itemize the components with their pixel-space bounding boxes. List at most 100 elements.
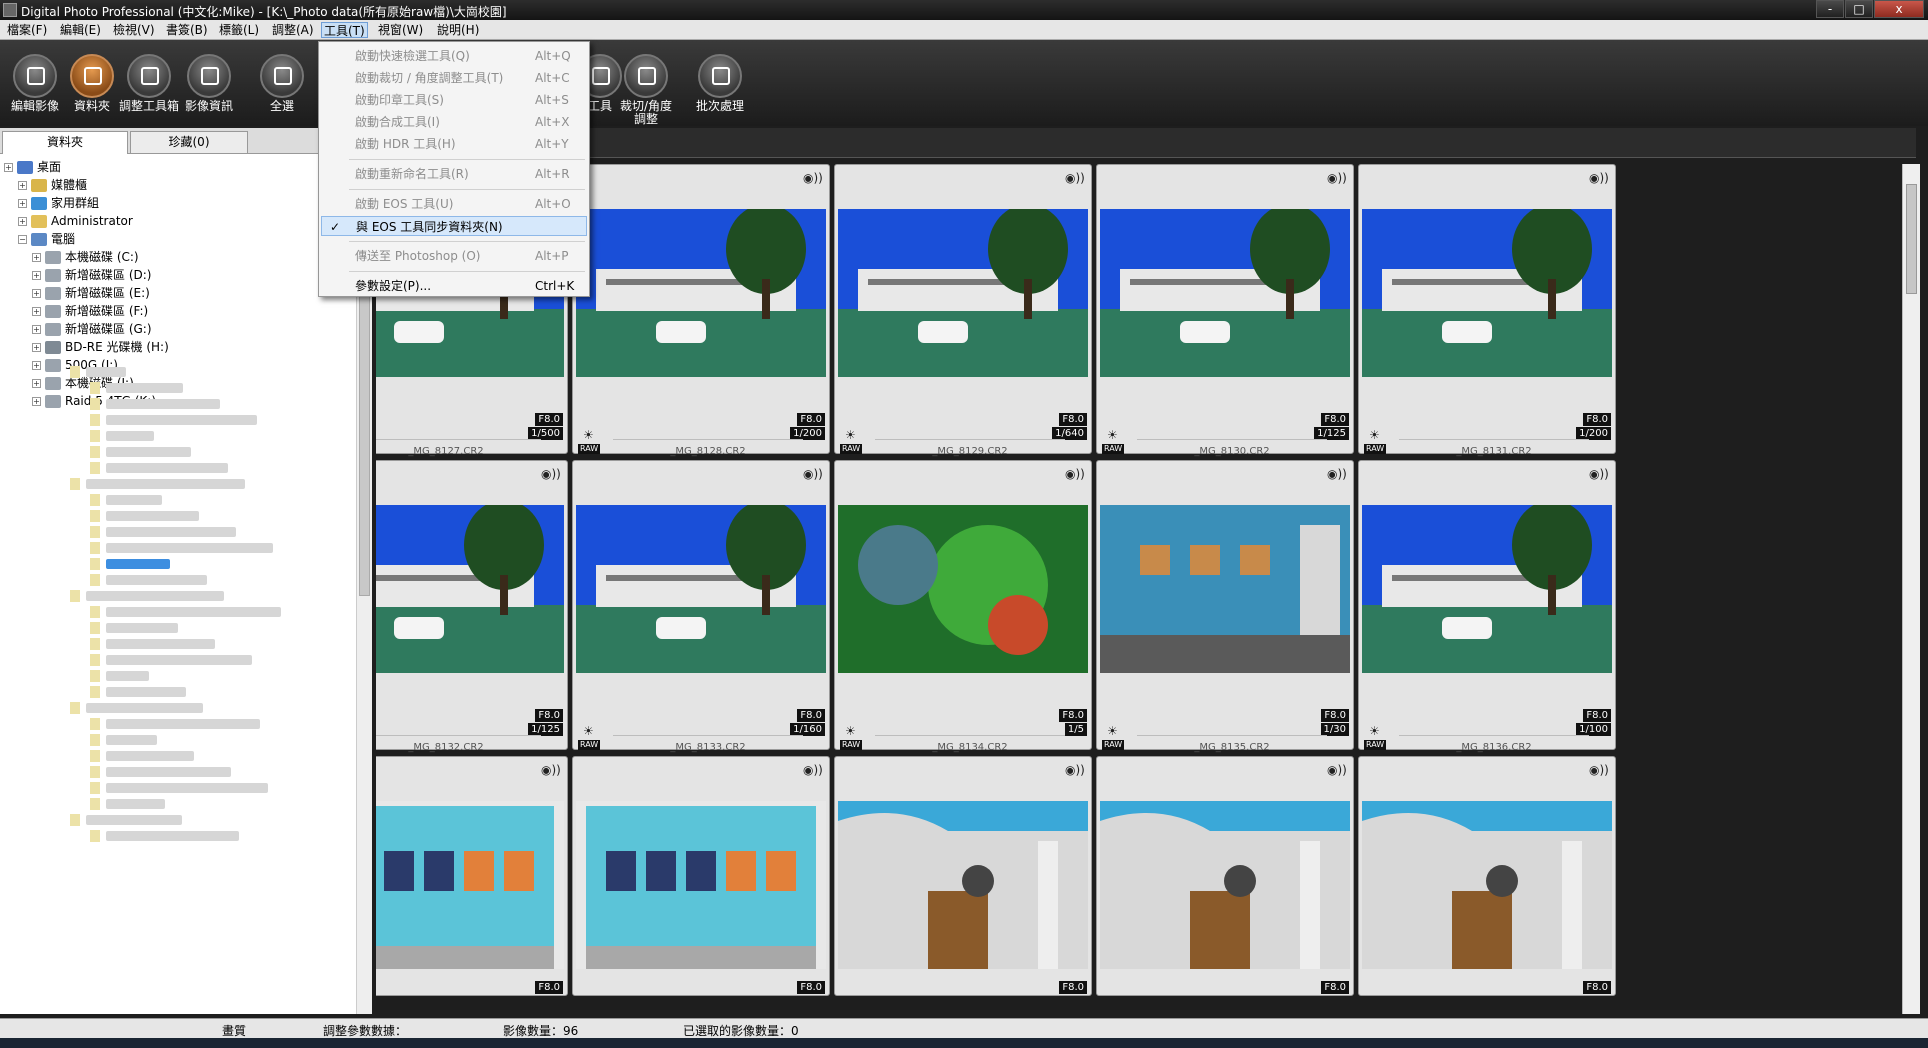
tree-item[interactable]: + 媒體櫃 <box>18 176 87 194</box>
thumbnail-cell[interactable]: ◉)) F8.0 1/125 _MG_8130.CR2 ☀ RAW <box>1096 164 1354 457</box>
tree-item[interactable]: + 新增磁碟區 (G:) <box>32 320 152 338</box>
tools-menu-item[interactable]: ✓ 與 EOS 工具同步資料夾(N) <box>321 216 587 236</box>
menu-item-shortcut: Ctrl+K <box>535 279 575 293</box>
tree-item[interactable]: + BD-RE 光碟機 (H:) <box>32 338 169 356</box>
expand-toggle-icon[interactable]: + <box>18 217 27 226</box>
expand-toggle-icon[interactable]: + <box>32 253 41 262</box>
thumbnail-cell[interactable]: ◉)) F8.0 <box>834 756 1092 996</box>
divider <box>376 439 541 440</box>
glyph-icon <box>638 67 656 85</box>
menu-item-label: 啟動裁切 / 角度調整工具(T) <box>355 71 504 85</box>
tools-menu-item[interactable]: 啟動裁切 / 角度調整工具(T) Alt+C <box>321 68 587 88</box>
toolbar-button-6[interactable]: 裁切/角度 調整 <box>611 54 681 126</box>
thumbnail-cell[interactable]: ◉)) F8.0 1/100 _MG_8136.CR2 ☀ RAW <box>1358 460 1616 753</box>
toolbar-button-3[interactable]: 影像資訊 <box>174 54 244 113</box>
camera-sync-icon: ◉)) <box>1327 763 1347 777</box>
menu-item-label: 啟動重新命名工具(R) <box>355 167 469 181</box>
thumbnail-image[interactable] <box>838 209 1088 377</box>
thumbnail-image[interactable] <box>576 801 826 969</box>
toolbar-button-4[interactable]: 全選 <box>247 54 317 113</box>
thumbnail-cell[interactable]: ◉)) F8.0 <box>572 756 830 996</box>
menu-3[interactable]: 書簽(B) <box>164 22 210 38</box>
thumbnail-image[interactable] <box>1362 801 1612 969</box>
tree-item[interactable]: + 本機磁碟 (C:) <box>32 248 139 266</box>
expand-toggle-icon[interactable]: − <box>18 235 27 244</box>
thumbnail-cell[interactable]: ◉)) F8.0 <box>376 756 568 996</box>
file-name: _MG_8135.CR2 <box>1194 742 1270 753</box>
menu-8[interactable]: 說明(H) <box>435 22 481 38</box>
thumbnail-cell[interactable]: ◉)) F8.0 1/160 _MG_8133.CR2 ☀ RAW <box>572 460 830 753</box>
thumbnail-image[interactable] <box>1362 209 1612 377</box>
tree-item[interactable]: + Administrator <box>18 212 133 230</box>
tools-menu-item[interactable]: 啟動 EOS 工具(U) Alt+O <box>321 194 587 214</box>
drive-icon <box>45 377 61 390</box>
blurred-folder-icon <box>70 590 80 602</box>
expand-toggle-icon[interactable]: + <box>32 271 41 280</box>
thumbnail-image[interactable] <box>838 801 1088 969</box>
menu-6[interactable]: 工具(T) <box>321 22 368 38</box>
thumbnail-image[interactable] <box>838 505 1088 673</box>
thumbnail-image[interactable] <box>1100 209 1350 377</box>
maximize-button[interactable]: □ <box>1845 0 1873 18</box>
thumbnail-image[interactable] <box>1100 505 1350 673</box>
expand-toggle-icon[interactable]: + <box>32 289 41 298</box>
thumbnail-cell[interactable]: ◉))F8.01/125_MG_8132.CR2☀RAW <box>376 460 568 753</box>
thumbnail-cell[interactable]: ◉)) F8.0 <box>1096 756 1354 996</box>
tree-item[interactable]: + 新增磁碟區 (D:) <box>32 266 151 284</box>
menu-1[interactable]: 編輯(E) <box>58 22 103 38</box>
thumbnail-image[interactable] <box>376 505 564 673</box>
thumbnail-cell[interactable]: ◉)) F8.0 <box>1358 756 1616 996</box>
thumbnail-image[interactable] <box>376 801 564 969</box>
grid-scrollbar[interactable] <box>1902 164 1920 1014</box>
expand-toggle-icon[interactable]: + <box>32 343 41 352</box>
blurred-folder-name <box>106 463 228 473</box>
file-name: _MG_8128.CR2 <box>670 446 746 457</box>
expand-toggle-icon[interactable]: + <box>32 325 41 334</box>
tools-menu-item[interactable]: 啟動印章工具(S) Alt+S <box>321 90 587 110</box>
thumbnail-cell[interactable]: ◉)) F8.0 1/30 _MG_8135.CR2 ☀ RAW <box>1096 460 1354 753</box>
thumbnail-image[interactable] <box>576 505 826 673</box>
expand-toggle-icon[interactable]: + <box>18 181 27 190</box>
expand-toggle-icon[interactable]: + <box>4 163 13 172</box>
thumbnail-image[interactable] <box>576 209 826 377</box>
menu-7[interactable]: 視窗(W) <box>376 22 425 38</box>
aperture-badge: F8.0 <box>1059 709 1087 722</box>
tab-folder[interactable]: 資料夾 <box>2 131 128 154</box>
tools-menu-item[interactable]: 傳送至 Photoshop (O) Alt+P <box>321 246 587 266</box>
close-button[interactable]: x <box>1874 0 1924 18</box>
tools-menu-item[interactable]: 參數設定(P)... Ctrl+K <box>321 276 587 296</box>
expand-toggle-icon[interactable]: + <box>32 379 41 388</box>
expand-toggle-icon[interactable]: + <box>18 199 27 208</box>
aperture-badge: F8.0 <box>1321 981 1349 994</box>
thumbnail-image[interactable] <box>1100 801 1350 969</box>
minimize-button[interactable]: - <box>1816 0 1844 18</box>
divider <box>1137 735 1327 736</box>
file-name: _MG_8130.CR2 <box>1194 446 1270 457</box>
tree-item-label: 媒體櫃 <box>51 178 88 192</box>
tree-item[interactable]: + 家用群組 <box>18 194 99 212</box>
tools-menu-item[interactable]: 啟動快速檢選工具(Q) Alt+Q <box>321 46 587 66</box>
tab-favorites[interactable]: 珍藏(0) <box>130 131 248 154</box>
menu-item-label: 啟動合成工具(I) <box>355 115 440 129</box>
expand-toggle-icon[interactable]: + <box>32 397 41 406</box>
tree-item[interactable]: − 電腦 <box>18 230 75 248</box>
tree-item[interactable]: + 新增磁碟區 (F:) <box>32 302 148 320</box>
thumbnail-cell[interactable]: ◉)) F8.0 1/200 _MG_8131.CR2 ☀ RAW <box>1358 164 1616 457</box>
thumbnail-cell[interactable]: ◉)) F8.0 1/5 _MG_8134.CR2 ☀ RAW <box>834 460 1092 753</box>
menu-0[interactable]: 檔案(F) <box>5 22 49 38</box>
menu-4[interactable]: 標籤(L) <box>217 22 261 38</box>
menu-5[interactable]: 調整(A) <box>270 22 316 38</box>
tools-menu-item[interactable]: 啟動 HDR 工具(H) Alt+Y <box>321 134 587 154</box>
tools-menu-item[interactable]: 啟動重新命名工具(R) Alt+R <box>321 164 587 184</box>
expand-toggle-icon[interactable]: + <box>32 307 41 316</box>
toolbar-button-7[interactable]: 批次處理 <box>685 54 755 113</box>
thumbnail-cell[interactable]: ◉)) F8.0 1/640 _MG_8129.CR2 ☀ RAW <box>834 164 1092 457</box>
tools-menu-item[interactable]: 啟動合成工具(I) Alt+X <box>321 112 587 132</box>
expand-toggle-icon[interactable]: + <box>32 361 41 370</box>
tree-item[interactable]: + 桌面 <box>4 158 61 176</box>
thumbnail-image[interactable] <box>1362 505 1612 673</box>
menu-2[interactable]: 檢視(V) <box>111 22 157 38</box>
tree-item[interactable]: + 新增磁碟區 (E:) <box>32 284 150 302</box>
thumbnail-cell[interactable]: ◉)) F8.0 1/200 _MG_8128.CR2 ☀ RAW <box>572 164 830 457</box>
grid-scroll-thumb[interactable] <box>1906 184 1917 294</box>
